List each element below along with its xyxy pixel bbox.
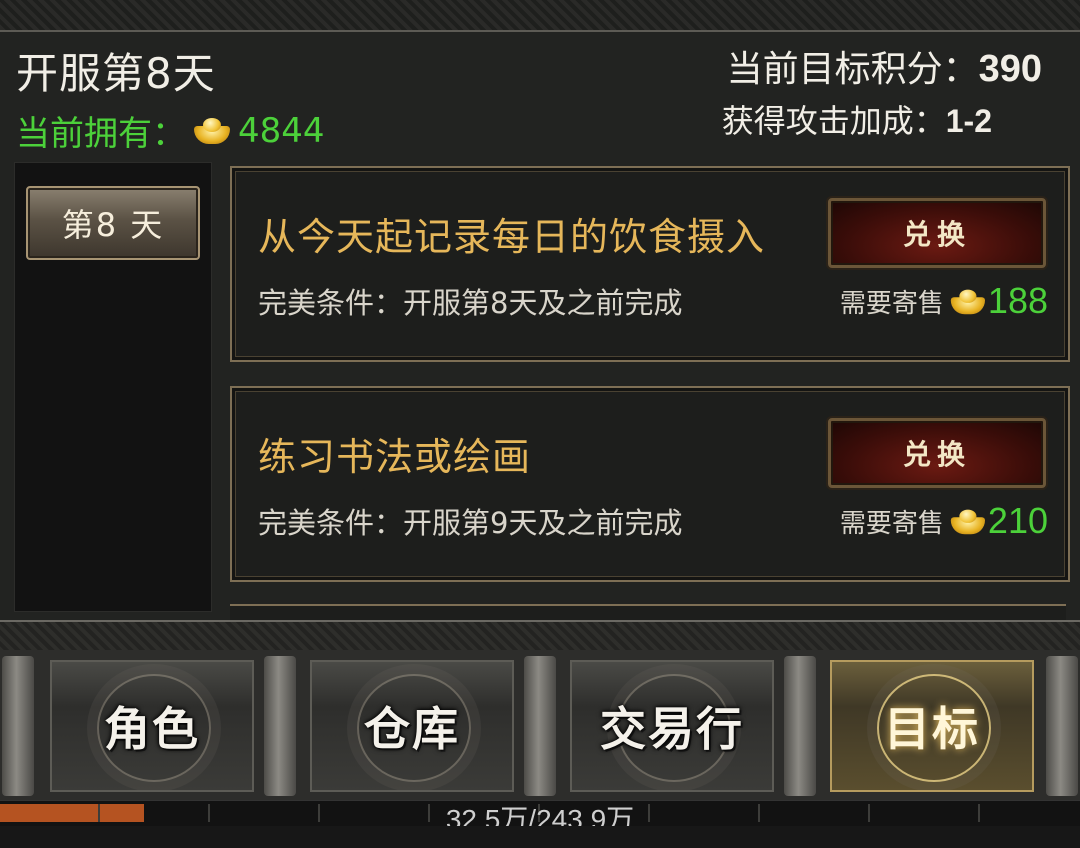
- bottom-strip: [0, 826, 1080, 848]
- pillar-decoration: [264, 656, 296, 796]
- score-label: 当前目标积分：: [726, 49, 979, 90]
- score-value: 390: [978, 48, 1042, 90]
- target-score: 当前目标积分：390: [727, 40, 1042, 92]
- gold-ingot-icon: [949, 288, 985, 315]
- need-value: 210: [987, 500, 1048, 541]
- task-requirement: 需要寄售 188: [840, 280, 1048, 322]
- page-title: 开服第8天: [16, 49, 216, 98]
- need-label: 需要寄售: [839, 288, 944, 319]
- task-title: 练习书法或绘画: [258, 435, 532, 479]
- attack-bonus: 获得攻击加成：1-2: [722, 96, 992, 142]
- task-condition: 完美条件：开服第8天及之前完成: [258, 286, 683, 320]
- gold-ingot-icon: [949, 508, 985, 535]
- need-label: 需要寄售: [839, 508, 944, 539]
- exchange-button[interactable]: 兑换: [828, 418, 1046, 488]
- pillar-decoration: [524, 656, 556, 796]
- pillar-decoration: [1046, 656, 1078, 796]
- task-condition: 完美条件：开服第9天及之前完成: [258, 506, 683, 540]
- owned-label: 当前拥有：: [16, 114, 186, 154]
- task-card: 练习书法或绘画 完美条件：开服第9天及之前完成 兑换 需要寄售 210: [230, 386, 1070, 582]
- nav-trading-button[interactable]: 交易行: [570, 660, 774, 792]
- task-requirement: 需要寄售 210: [840, 500, 1048, 542]
- nav-label: 目标: [884, 702, 980, 756]
- nav-label: 仓库: [364, 702, 460, 756]
- nav-label: 角色: [104, 702, 200, 756]
- need-value: 188: [987, 280, 1048, 321]
- day-tab-8[interactable]: 第8 天: [26, 186, 200, 260]
- bonus-label: 获得攻击加成：: [721, 102, 946, 140]
- top-frame-border: [0, 0, 1080, 32]
- task-card: 从今天起记录每日的饮食摄入 完美条件：开服第8天及之前完成 兑换 需要寄售 18…: [230, 166, 1070, 362]
- owned-currency: 当前拥有： 4844: [16, 106, 325, 155]
- bottom-frame-border: [0, 620, 1080, 654]
- owned-value: 4844: [238, 110, 325, 151]
- pillar-decoration: [784, 656, 816, 796]
- nav-target-button[interactable]: 目标: [830, 660, 1034, 792]
- exchange-button[interactable]: 兑换: [828, 198, 1046, 268]
- nav-character-button[interactable]: 角色: [50, 660, 254, 792]
- bonus-value: 1-2: [945, 103, 992, 139]
- task-title: 从今天起记录每日的饮食摄入: [258, 215, 766, 259]
- nav-warehouse-button[interactable]: 仓库: [310, 660, 514, 792]
- pillar-decoration: [2, 656, 34, 796]
- nav-label: 交易行: [600, 702, 744, 756]
- gold-ingot-icon: [192, 116, 232, 146]
